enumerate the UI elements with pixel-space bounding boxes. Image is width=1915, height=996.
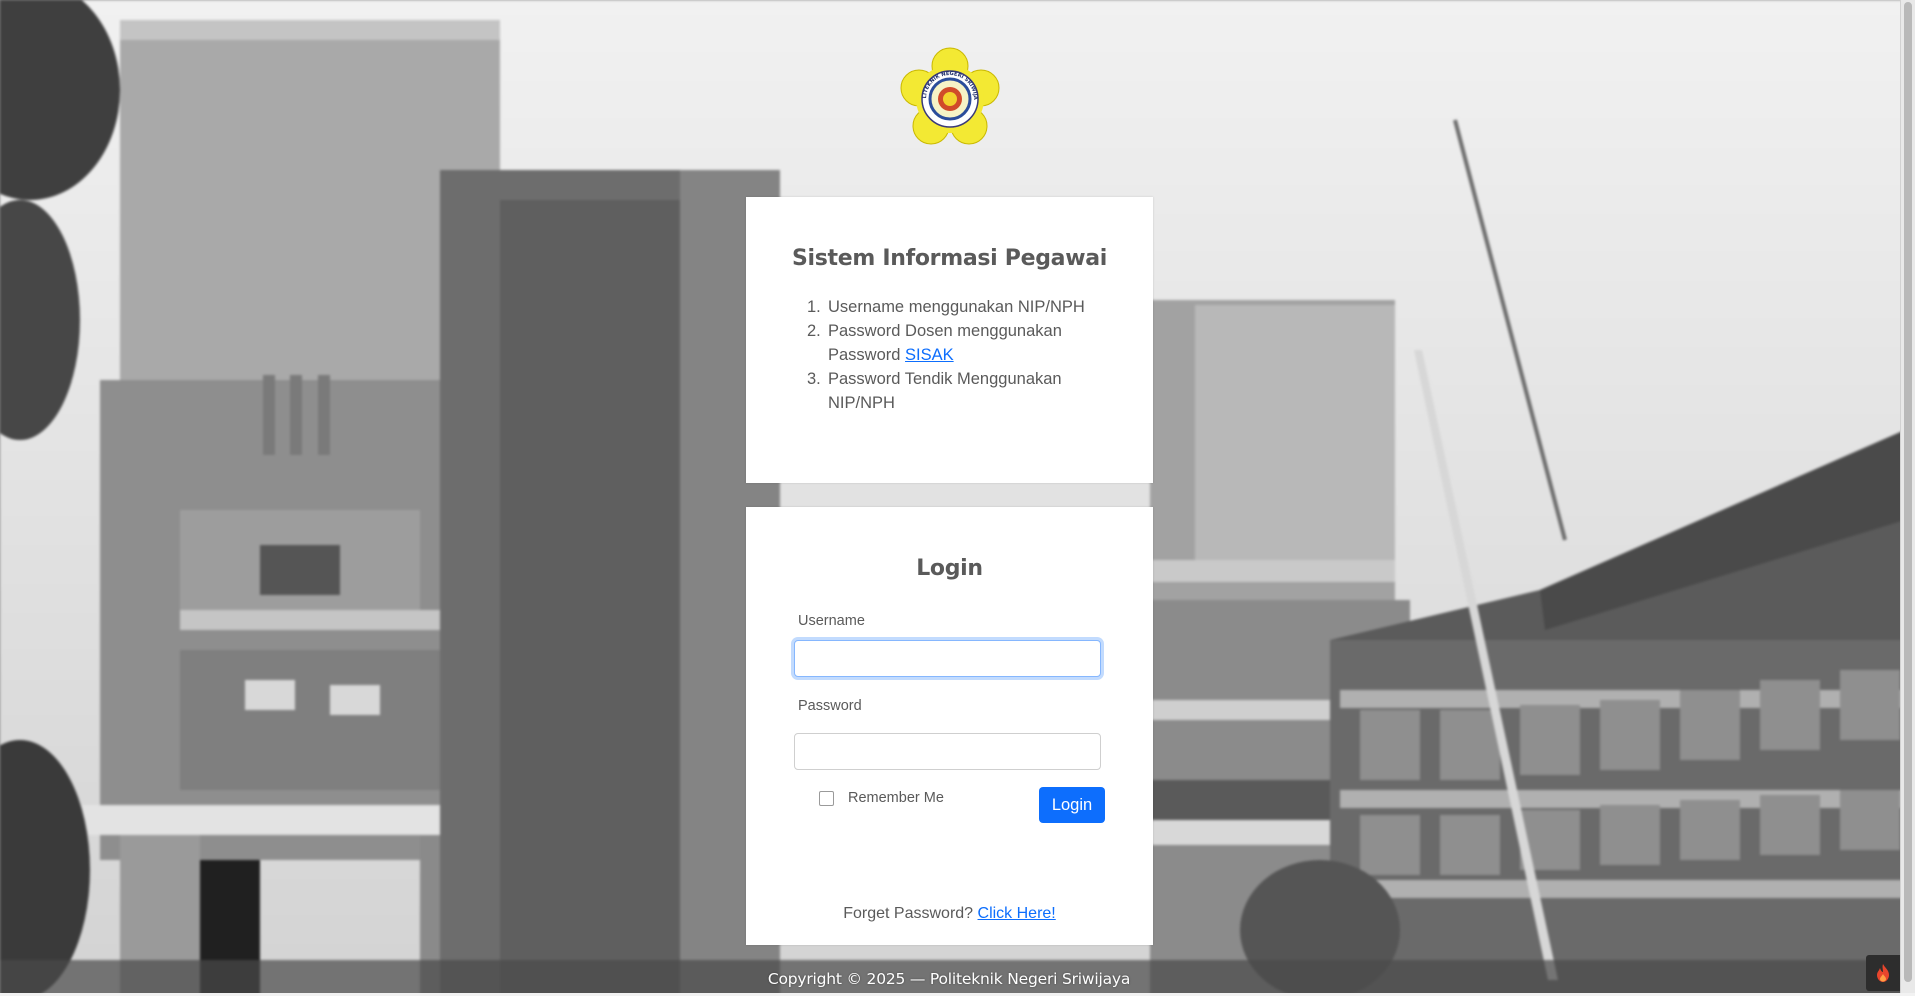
rule-item-1: 1. Username menggunakan NIP/NPH — [807, 295, 1126, 319]
sisak-link[interactable]: SISAK — [905, 346, 954, 364]
login-title: Login — [916, 556, 983, 581]
forgot-password: Forget Password? Click Here! — [746, 905, 1153, 923]
rule-text: Password Tendik Menggunakan NIP/NPH — [828, 370, 1062, 412]
remember-me-label: Remember Me — [848, 790, 944, 806]
login-rules-list: 1. Username menggunakan NIP/NPH 2. Passw… — [807, 295, 1126, 415]
rule-number: 2. — [807, 322, 821, 340]
rule-item-2: 2. Password Dosen menggunakan Password S… — [807, 319, 1126, 367]
rule-number: 3. — [807, 370, 821, 388]
username-input[interactable] — [794, 640, 1101, 677]
info-card-title: Sistem Informasi Pegawai — [791, 246, 1108, 271]
username-label: Username — [798, 613, 865, 629]
login-card: Login Username Password Remember Me Logi… — [746, 507, 1153, 945]
rule-item-3: 3. Password Tendik Menggunakan NIP/NPH — [807, 367, 1126, 415]
login-page: POLITEKNIK NEGERI SRIWIJAYA Sistem Infor… — [0, 0, 1915, 996]
login-button[interactable]: Login — [1039, 787, 1105, 823]
institution-logo: POLITEKNIK NEGERI SRIWIJAYA — [897, 46, 1000, 145]
remember-me[interactable]: Remember Me — [819, 790, 944, 806]
scrollbar-thumb[interactable] — [1904, 2, 1912, 982]
rule-number: 1. — [807, 298, 821, 316]
rule-text: Username menggunakan NIP/NPH — [828, 298, 1085, 316]
floating-flame-widget[interactable] — [1866, 955, 1900, 991]
remember-me-checkbox[interactable] — [819, 790, 834, 806]
vertical-scrollbar[interactable] — [1900, 0, 1915, 993]
forgot-password-link[interactable]: Click Here! — [978, 905, 1056, 922]
password-label: Password — [798, 698, 862, 714]
flame-icon — [1877, 964, 1889, 982]
forgot-password-text: Forget Password? — [843, 905, 978, 922]
password-input[interactable] — [794, 733, 1101, 770]
copyright-footer: Copyright © 2025 — Politeknik Negeri Sri… — [767, 970, 1131, 988]
info-card: Sistem Informasi Pegawai 1. Username men… — [746, 197, 1153, 483]
